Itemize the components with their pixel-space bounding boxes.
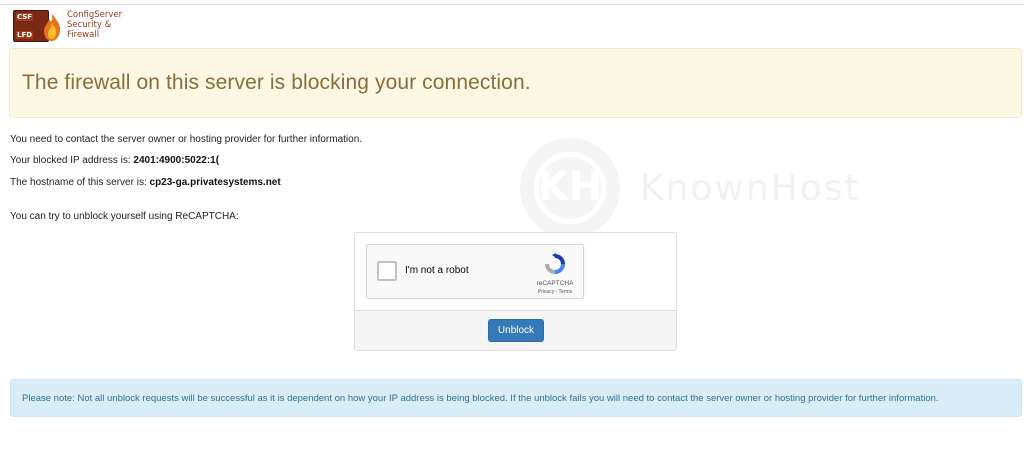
unblock-button[interactable]: Unblock [488,319,544,342]
logo-line-2: Security & [67,20,112,30]
top-divider [0,4,1024,5]
recaptcha-checkbox-label: I'm not a robot [405,265,469,276]
unblock-form-footer: Unblock [355,310,676,350]
hostname-label: The hostname of this server is: [10,177,150,188]
recaptcha-logo-icon [545,253,565,274]
blocked-ip-line: Your blocked IP address is: 2401:4900:50… [10,155,219,166]
recaptcha-privacy-terms-link[interactable]: Privacy - Terms [517,289,593,295]
watermark-text: KnownHost [640,167,861,209]
contact-info-text: You need to contact the server owner or … [10,134,363,145]
configserver-logo: CSF LFD ConfigServer Security & Firewall [13,10,133,46]
info-note-text: Please note: Not all unblock requests wi… [22,392,939,404]
logo-line-1: ConfigServer [67,10,123,20]
blocked-ip-value: 2401:4900:5022:1( [133,155,220,166]
blocked-ip-label: Your blocked IP address is: [10,155,134,166]
firewall-warning-banner: The firewall on this server is blocking … [9,48,1022,118]
knownhost-watermark: KH KnownHost [520,138,930,238]
recaptcha-widget: I'm not a robot reCAPTCHA Privacy - Term… [366,244,584,299]
recaptcha-checkbox[interactable] [377,261,397,281]
watermark-mark: KH [537,164,603,210]
unblock-info-note: Please note: Not all unblock requests wi… [10,379,1022,417]
unblock-prompt-text: You can try to unblock yourself using Re… [10,211,239,222]
unblock-form-panel: I'm not a robot reCAPTCHA Privacy - Term… [354,232,677,351]
page-title: The firewall on this server is blocking … [22,71,531,94]
recaptcha-brand: reCAPTCHA [536,280,574,287]
knownhost-logo-icon: KH [520,138,620,238]
csf-logo-mark: CSF LFD [13,10,65,44]
logo-tag-csf: CSF [16,13,34,21]
logo-tag-lfd: LFD [16,31,34,39]
hostname-value: cp23-ga.privatesystems.net [149,177,281,188]
hostname-line: The hostname of this server is: cp23-ga.… [10,177,281,188]
logo-wordmark: ConfigServer Security & Firewall [67,10,122,40]
flame-icon [44,13,61,41]
logo-line-3: Firewall [67,30,100,40]
